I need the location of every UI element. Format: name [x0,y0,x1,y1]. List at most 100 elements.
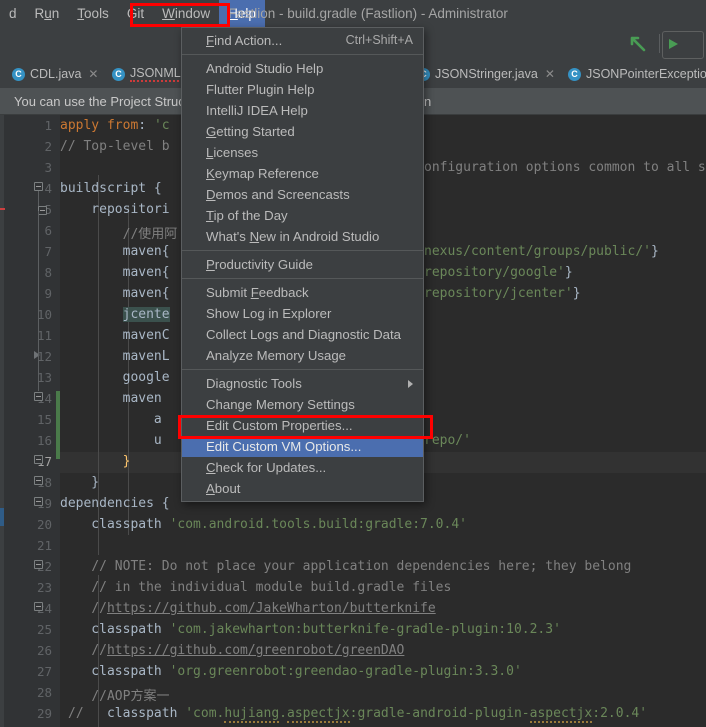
code-line[interactable]: // in the individual module build.gradle… [60,580,451,595]
code-line[interactable]: mavenC [60,328,170,343]
menubar-item-git[interactable]: Git [118,0,153,27]
menu-item-productivity-guide[interactable]: Productivity Guide [182,254,423,275]
code-line[interactable]: classpath 'com.android.tools.build:gradl… [60,517,467,532]
code-line[interactable]: maven{ [60,244,170,259]
fold-handle[interactable] [34,476,43,485]
editor-tab-label: JSONPointerException.java [586,67,706,81]
fold-line [38,211,39,391]
line-number: 25 [36,622,52,637]
menu-item-label: Diagnostic Tools [206,376,302,391]
code-line-fragment[interactable]: repository/jcenter'} [424,286,581,301]
menu-item-show-log-in-explorer[interactable]: Show Log in Explorer [182,303,423,324]
menu-item-collect-logs-and-diagnostic-data[interactable]: Collect Logs and Diagnostic Data [182,324,423,345]
line-number: 8 [44,265,52,280]
code-line-fragment[interactable]: repository/google'} [424,265,573,280]
code-line[interactable]: jcente [60,307,170,322]
editor-tab-cdl[interactable]: C CDL.java ✕ [12,60,98,88]
menu-item-intellij-idea-help[interactable]: IntelliJ IDEA Help [182,100,423,121]
code-line[interactable]: apply from: 'c [60,118,170,133]
line-number: 16 [36,433,52,448]
code-line-fragment[interactable]: repo/' [424,433,471,448]
menu-item-keymap-reference[interactable]: Keymap Reference [182,163,423,184]
fold-handle[interactable] [34,392,43,401]
menu-separator [182,278,423,279]
code-line[interactable]: buildscript { [60,181,162,196]
error-stripe-marker[interactable] [0,208,5,210]
menu-item-label: Tip of the Day [206,208,288,223]
code-line[interactable]: u [60,433,162,448]
close-icon[interactable]: ✕ [88,67,98,81]
java-class-icon: C [12,67,25,81]
code-line[interactable]: //https://github.com/greenrobot/greenDAO [60,643,404,658]
menu-item-check-for-updates[interactable]: Check for Updates... [182,457,423,478]
line-number: 28 [36,685,52,700]
fold-handle[interactable] [38,206,47,215]
line-number: 4 [44,181,52,196]
code-line[interactable]: maven{ [60,265,170,280]
code-line[interactable]: //AOP方案一 [60,685,169,704]
code-line[interactable]: } [60,475,99,490]
menu-item-find-action[interactable]: Find Action... Ctrl+Shift+A [182,30,423,51]
back-arrow-icon[interactable] [628,34,648,54]
menu-item-android-studio-help[interactable]: Android Studio Help [182,58,423,79]
code-line[interactable]: } [60,454,131,469]
code-line[interactable]: repositori [60,202,169,217]
menubar-item-run[interactable]: Run [26,0,69,27]
code-line[interactable]: // NOTE: Do not place your application d… [60,559,631,574]
code-line[interactable]: dependencies { [60,496,170,511]
menu-item-label: Check for Updates... [206,460,327,475]
close-icon[interactable]: ✕ [545,67,555,81]
code-line[interactable]: maven{ [60,286,170,301]
code-line[interactable]: classpath 'com.hujiang.aspectjx:gradle-a… [60,706,647,723]
code-line[interactable]: mavenL [60,349,170,364]
menu-item-edit-custom-properties[interactable]: Edit Custom Properties... [182,415,423,436]
menubar-item-build[interactable]: d [0,0,26,27]
menu-item-label: Analyze Memory Usage [206,348,346,363]
run-button-icon[interactable] [662,31,704,59]
fold-handle[interactable] [34,560,43,569]
menu-item-change-memory-settings[interactable]: Change Memory Settings [182,394,423,415]
code-line[interactable]: //https://github.com/JakeWharton/butterk… [60,601,435,616]
menubar-label-build: d [9,6,17,21]
menu-item-demos-and-screencasts[interactable]: Demos and Screencasts [182,184,423,205]
fold-handle[interactable] [34,602,43,611]
line-number: 1 [44,118,52,133]
vcs-change-marker[interactable] [0,508,4,526]
menu-item-edit-custom-vm-options[interactable]: Edit Custom VM Options... [182,436,423,457]
menu-item-about[interactable]: About [182,478,423,499]
fold-handle[interactable] [34,182,43,191]
line-number: 9 [44,286,52,301]
editor-tab-jsonpointerexception[interactable]: C JSONPointerException.java [568,60,706,88]
help-dropdown-menu[interactable]: Find Action... Ctrl+Shift+A Android Studio… [181,27,424,502]
code-line[interactable]: //使用阿 [60,223,178,242]
menu-item-label: Getting Started [206,124,295,139]
code-line[interactable]: classpath 'org.greenrobot:greendao-gradl… [60,664,521,679]
code-line[interactable]: classpath 'com.jakewharton:butterknife-g… [60,622,561,637]
menu-item-diagnostic-tools[interactable]: Diagnostic Tools [182,373,423,394]
fold-expand-icon[interactable] [34,351,40,359]
menu-item-shortcut: Ctrl+Shift+A [345,33,413,47]
code-line[interactable]: a [60,412,162,427]
menubar-item-tools[interactable]: Tools [68,0,118,27]
menu-item-label: Demos and Screencasts [206,187,350,202]
menu-item-what-s-new-in-android-studio[interactable]: What's New in Android Studio [182,226,423,247]
menu-item-licenses[interactable]: Licenses [182,142,423,163]
editor-gutter[interactable]: 1 2 3 4 5 6 7 8 9 10 11 12 13 14 15 16 17 18 19 20 21 22 23 24 2… [4,115,60,727]
line-number: 6 [44,223,52,238]
code-line[interactable]: google [60,370,170,385]
menu-item-submit-feedback[interactable]: Submit Feedback [182,282,423,303]
menu-item-analyze-memory-usage[interactable]: Analyze Memory Usage [182,345,423,366]
code-line-fragment[interactable]: nexus/content/groups/public/'} [424,244,659,259]
fold-handle[interactable] [34,455,43,464]
code-line[interactable]: // Top-level b [60,139,170,154]
menubar-item-window[interactable]: Window [153,0,219,27]
editor-tab-jsonstringer[interactable]: C JSONStringer.java ✕ [417,60,555,88]
fold-handle[interactable] [34,497,43,506]
menubar-label-git: Git [126,6,145,21]
code-line[interactable]: maven [60,391,170,406]
code-line-fragment[interactable]: onfiguration options common to all su [424,160,706,175]
menu-item-flutter-plugin-help[interactable]: Flutter Plugin Help [182,79,423,100]
line-number: 2 [44,139,52,154]
menu-item-tip-of-the-day[interactable]: Tip of the Day [182,205,423,226]
menu-item-getting-started[interactable]: Getting Started [182,121,423,142]
